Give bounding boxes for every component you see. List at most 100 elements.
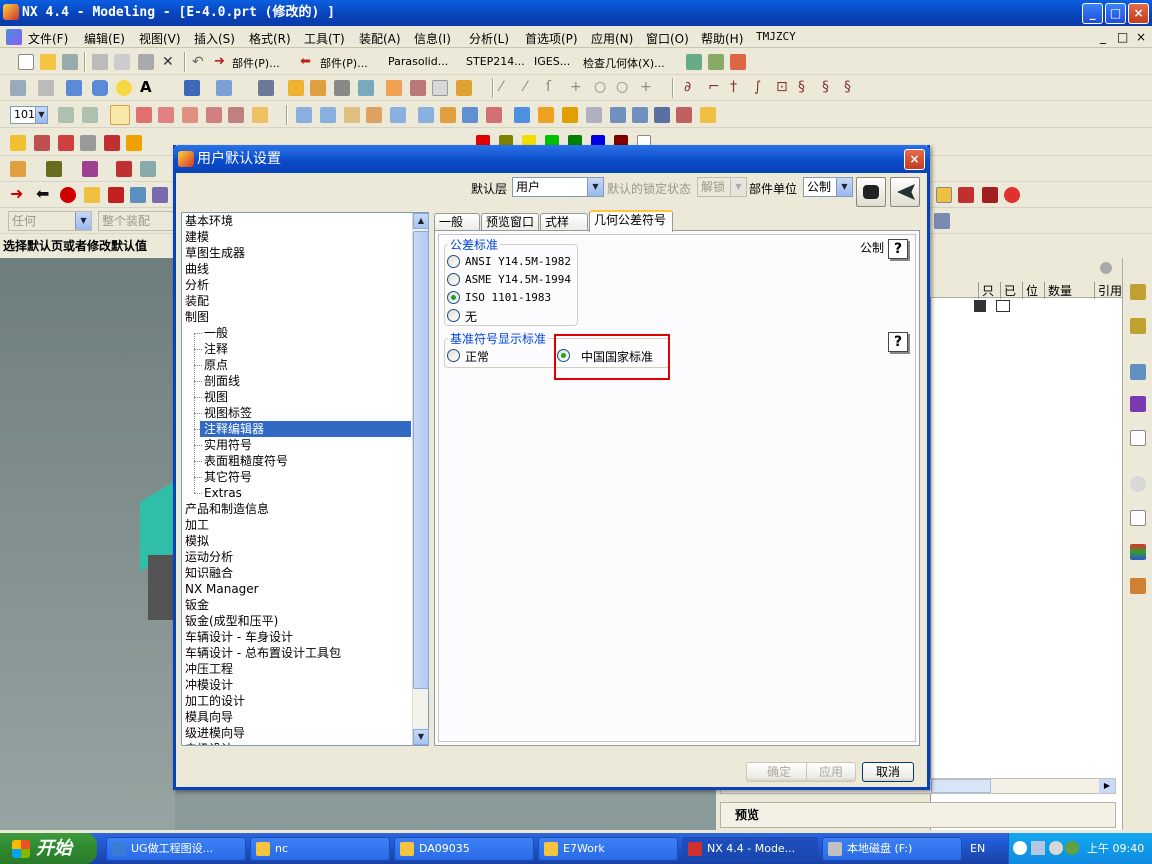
clock-icon[interactable]	[1004, 187, 1020, 203]
tree-item[interactable]: 知识融合	[185, 565, 233, 581]
maximize-button[interactable]: □	[1105, 3, 1126, 24]
tree-item[interactable]: 注释编辑器	[200, 421, 411, 437]
pin-icon[interactable]	[1100, 262, 1112, 274]
chamfer-icon[interactable]: ⊡	[776, 79, 792, 95]
surface-icon-4[interactable]	[366, 107, 382, 123]
ansi-radio[interactable]	[447, 255, 460, 268]
light-icon[interactable]	[126, 135, 142, 151]
datum-plane-icon[interactable]	[432, 80, 448, 96]
table-icon[interactable]	[982, 187, 998, 203]
point-icon[interactable]: +	[570, 79, 586, 95]
tree-item[interactable]: 一般	[204, 325, 228, 341]
language-indicator[interactable]: EN	[970, 842, 985, 855]
spline-icon[interactable]: ſ	[546, 79, 562, 95]
volume-icon[interactable]	[1049, 841, 1063, 855]
layer-tool-icon[interactable]	[686, 54, 702, 70]
taskbar-item-nc[interactable]: nc	[250, 837, 390, 861]
trim-icon[interactable]: ∂	[684, 79, 700, 95]
menu-view[interactable]: 视图(V)	[139, 30, 181, 47]
circle-icon[interactable]: ○	[594, 79, 610, 95]
tree-item[interactable]: Extras	[204, 485, 242, 501]
render-icon[interactable]	[10, 135, 26, 151]
doc-minimize-button[interactable]: _	[1100, 30, 1106, 44]
training-icon[interactable]	[1130, 396, 1146, 412]
tree-vertical-scrollbar[interactable]: ▲ ▼	[412, 213, 429, 745]
tree-item[interactable]: 视图	[204, 389, 228, 405]
scroll-thumb[interactable]	[413, 231, 429, 689]
pencil-icon[interactable]	[140, 161, 156, 177]
tree-item[interactable]: 加工的设计	[185, 693, 245, 709]
none-label[interactable]: 无	[465, 308, 477, 325]
part-navigator-button[interactable]: 部件(P)...	[232, 55, 280, 71]
surface-icon-12[interactable]	[562, 107, 578, 123]
assembly-navigator[interactable]	[930, 258, 1122, 830]
web-browser-icon[interactable]	[1130, 364, 1146, 380]
tree-item[interactable]: 原点	[204, 357, 228, 373]
help-icon[interactable]: ?	[888, 332, 908, 352]
menu-edit[interactable]: 编辑(E)	[84, 30, 125, 47]
menu-tools[interactable]: 工具(T)	[304, 30, 345, 47]
taskbar-item-da09035[interactable]: DA09035	[394, 837, 534, 861]
tree-item[interactable]: 钣金(成型和压平)	[185, 613, 278, 629]
macro-icon[interactable]	[152, 187, 168, 203]
offset-icon[interactable]: §	[798, 79, 814, 95]
asme-label[interactable]: ASME Y14.5M-1994	[465, 273, 571, 286]
delete-icon[interactable]: ✕	[162, 54, 178, 70]
surface-icon-13[interactable]	[586, 107, 602, 123]
cut-icon[interactable]	[92, 54, 108, 70]
extend-icon[interactable]: ⌐	[708, 79, 724, 95]
rotate-icon[interactable]	[82, 107, 98, 123]
text-tool-icon[interactable]: A	[140, 78, 156, 96]
pan-icon[interactable]	[58, 107, 74, 123]
assembly-filter-select[interactable]: 整个装配	[98, 211, 182, 231]
surface-icon-1[interactable]	[296, 107, 312, 123]
window-title-bar[interactable]: NX 4.4 - Modeling - [E-4.0.prt (修改的) ]	[0, 0, 1152, 26]
surface-icon-2[interactable]	[320, 107, 336, 123]
menu-help[interactable]: 帮助(H)	[701, 30, 743, 47]
hole-icon[interactable]	[258, 80, 274, 96]
shaded-icon[interactable]	[34, 135, 50, 151]
menu-analysis[interactable]: 分析(L)	[469, 30, 509, 47]
tree-item[interactable]: 产品和制造信息	[185, 501, 269, 517]
user-feature-icon[interactable]	[410, 80, 426, 96]
stop-icon[interactable]	[60, 187, 76, 203]
new-file-icon[interactable]	[18, 54, 34, 70]
parasolid-export-button[interactable]: Parasolid...	[388, 55, 448, 68]
surface-icon-11[interactable]	[538, 107, 554, 123]
surface-icon-7[interactable]	[440, 107, 456, 123]
column-quantity[interactable]: 数量	[1044, 282, 1072, 299]
security-icon[interactable]	[1065, 841, 1079, 855]
step214-export-button[interactable]: STEP214...	[466, 55, 525, 68]
tree-item[interactable]: 制图	[185, 309, 209, 325]
tab-general[interactable]: 一般	[434, 213, 480, 231]
menu-format[interactable]: 格式(R)	[249, 30, 291, 47]
filter-icon[interactable]	[116, 161, 132, 177]
paste-icon[interactable]	[138, 54, 154, 70]
menu-logo-icon[interactable]	[6, 29, 22, 45]
help-icon[interactable]: ?	[888, 239, 908, 259]
menu-window[interactable]: 窗口(O)	[646, 30, 689, 47]
csys-icon[interactable]	[136, 107, 152, 123]
apply-button[interactable]: 应用	[806, 762, 856, 782]
boss-icon[interactable]	[288, 80, 304, 96]
edit-object-icon[interactable]	[10, 161, 26, 177]
category-tree[interactable]: 基本环境 建模 草图生成器 曲线 分析 装配 制图 一般 注释 原点 剖面线 视图 视图标签 注释编辑器实…	[181, 212, 429, 746]
pocket-icon[interactable]	[310, 80, 326, 96]
history-icon[interactable]	[1130, 476, 1146, 492]
spreadsheet-icon[interactable]	[958, 187, 974, 203]
taskbar-item-ie[interactable]: UG做工程图设...	[106, 837, 246, 861]
tree-item[interactable]: 注释	[204, 341, 228, 357]
surface-icon-14[interactable]	[610, 107, 626, 123]
menu-assembly[interactable]: 装配(A)	[359, 30, 401, 47]
print-icon[interactable]	[62, 54, 78, 70]
find-default-button[interactable]	[856, 177, 886, 207]
arc-icon[interactable]: ⁄	[524, 79, 540, 95]
tab-style[interactable]: 式样	[540, 213, 588, 231]
menu-tmjzcy[interactable]: TMJZCY	[756, 30, 796, 43]
taskbar-item-e7work[interactable]: E7Work	[538, 837, 678, 861]
snap-icon[interactable]	[934, 213, 950, 229]
ok-button[interactable]: 确定	[746, 762, 812, 782]
tree-item[interactable]: 车辆设计 - 总布置设计工具包	[185, 645, 341, 661]
tree-item[interactable]: 曲线	[185, 261, 209, 277]
circle2-icon[interactable]: ○	[616, 79, 632, 95]
